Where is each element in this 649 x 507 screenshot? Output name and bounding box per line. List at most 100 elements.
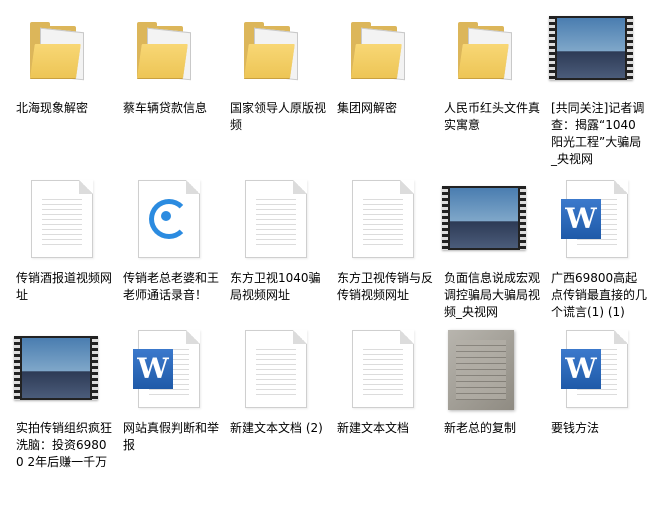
text-lines (42, 195, 82, 247)
video-file-icon (543, 8, 647, 98)
video-thumbnail (14, 336, 98, 400)
folder-icon (329, 8, 433, 98)
file-item[interactable]: 新建文本文档 (329, 328, 433, 498)
file-item[interactable]: 东方卫视1040骗局视频网址 (222, 178, 326, 326)
file-name-label: 负面信息说成宏观调控骗局大骗局视频_央视网 (444, 271, 541, 319)
file-item[interactable]: W 要钱方法 (543, 328, 647, 498)
word-logo-icon: W (561, 349, 601, 389)
page-fold (614, 330, 628, 344)
document-page (245, 330, 307, 408)
file-name-label: 东方卫视传销与反传销视频网址 (337, 271, 434, 302)
file-name-label: 人民币红头文件真实寓意 (444, 101, 541, 132)
film-holes-left (14, 336, 20, 400)
page-fold (186, 180, 200, 194)
word-logo-icon: W (133, 349, 173, 389)
file-name-label: 新老总的复制 (444, 421, 517, 435)
file-item[interactable]: 新建文本文档 (2) (222, 328, 326, 498)
word-document-icon: W (115, 328, 219, 418)
file-name-label: 新建文本文档 (337, 421, 410, 435)
file-item[interactable]: 国家领导人原版视频 (222, 8, 326, 176)
document-page (352, 180, 414, 258)
file-name-label: 广西69800高起点传销最直接的几个谎言(1) (1) (551, 271, 648, 319)
file-name-label: 蔡车辆贷款信息 (123, 101, 208, 115)
text-document-icon (8, 178, 112, 268)
folder-front (244, 44, 295, 78)
file-item[interactable]: 传销酒报道视频网址 (8, 178, 112, 326)
audio-file-icon (115, 178, 219, 268)
word-document-icon: W (543, 328, 647, 418)
file-item[interactable]: 负面信息说成宏观调控骗局大骗局视频_央视网 (436, 178, 540, 326)
film-holes-right (92, 336, 98, 400)
file-item[interactable]: 蔡车辆贷款信息 (115, 8, 219, 176)
photo-content (456, 340, 506, 400)
file-item[interactable]: 实拍传销组织疯狂洗脑：投资69800 2年后赚一千万 (8, 328, 112, 498)
file-item[interactable]: 北海现象解密 (8, 8, 112, 176)
video-thumbnail (549, 16, 633, 80)
film-holes-left (442, 186, 448, 250)
page-fold (400, 330, 414, 344)
file-item[interactable]: 集团网解密 (329, 8, 433, 176)
file-item[interactable]: 新老总的复制 (436, 328, 540, 498)
text-document-icon (329, 178, 433, 268)
photo-thumbnail (448, 330, 514, 410)
film-holes-right (520, 186, 526, 250)
text-document-icon (329, 328, 433, 418)
document-page (31, 180, 93, 258)
text-lines (256, 345, 296, 397)
text-lines (363, 345, 403, 397)
file-name-label: [共同关注]记者调查：揭露“1040阳光工程”大骗局_央视网 (551, 101, 645, 166)
file-grid: 北海现象解密 蔡车辆贷款信息 国家领导人原版视频 集团网解密 人民币红头文件真实寓意 [共… (0, 0, 649, 507)
document-page (352, 330, 414, 408)
file-name-label: 实拍传销组织疯狂洗脑：投资69800 2年后赚一千万 (16, 421, 113, 469)
document-page: W (561, 180, 628, 258)
folder-icon (222, 8, 326, 98)
file-name-label: 网站真假判断和举报 (123, 421, 220, 452)
document-page: W (561, 330, 628, 408)
page-fold (400, 180, 414, 194)
document-page: W (133, 330, 200, 408)
file-name-label: 要钱方法 (551, 421, 600, 435)
film-holes-left (549, 16, 555, 80)
file-item[interactable]: [共同关注]记者调查：揭露“1040阳光工程”大骗局_央视网 (543, 8, 647, 176)
file-item[interactable]: 东方卫视传销与反传销视频网址 (329, 178, 433, 326)
folder-front (30, 44, 81, 78)
audio-dot (161, 211, 171, 221)
text-document-icon (222, 328, 326, 418)
file-item[interactable]: W 广西69800高起点传销最直接的几个谎言(1) (1) (543, 178, 647, 326)
file-name-label: 传销酒报道视频网址 (16, 271, 113, 302)
word-document-icon: W (543, 178, 647, 268)
video-file-icon (8, 328, 112, 418)
folder-front (351, 44, 402, 78)
folder-icon (436, 8, 540, 98)
file-name-label: 东方卫视1040骗局视频网址 (230, 271, 321, 302)
file-name-label: 国家领导人原版视频 (230, 101, 327, 132)
file-item[interactable]: W 网站真假判断和举报 (115, 328, 219, 498)
video-thumbnail (442, 186, 526, 250)
image-file-icon (436, 328, 540, 418)
page-fold (614, 180, 628, 194)
text-lines (256, 195, 296, 247)
page-fold (293, 330, 307, 344)
page-fold (79, 180, 93, 194)
document-page (138, 180, 200, 258)
text-lines (363, 195, 403, 247)
file-item[interactable]: 传销老总老婆和王老师通话录音！ (115, 178, 219, 326)
file-item[interactable]: 人民币红头文件真实寓意 (436, 8, 540, 176)
file-name-label: 北海现象解密 (16, 101, 89, 115)
video-frame (22, 338, 90, 398)
document-page (245, 180, 307, 258)
film-holes-right (627, 16, 633, 80)
file-name-label: 传销老总老婆和王老师通话录音！ (123, 271, 220, 302)
page-fold (186, 330, 200, 344)
folder-icon (8, 8, 112, 98)
text-document-icon (222, 178, 326, 268)
folder-front (137, 44, 188, 78)
video-frame (557, 18, 625, 78)
file-name-label: 新建文本文档 (2) (230, 421, 323, 435)
file-name-label: 集团网解密 (337, 101, 398, 115)
video-file-icon (436, 178, 540, 268)
folder-icon (115, 8, 219, 98)
word-logo-icon: W (561, 199, 601, 239)
folder-front (458, 44, 509, 78)
page-fold (293, 180, 307, 194)
